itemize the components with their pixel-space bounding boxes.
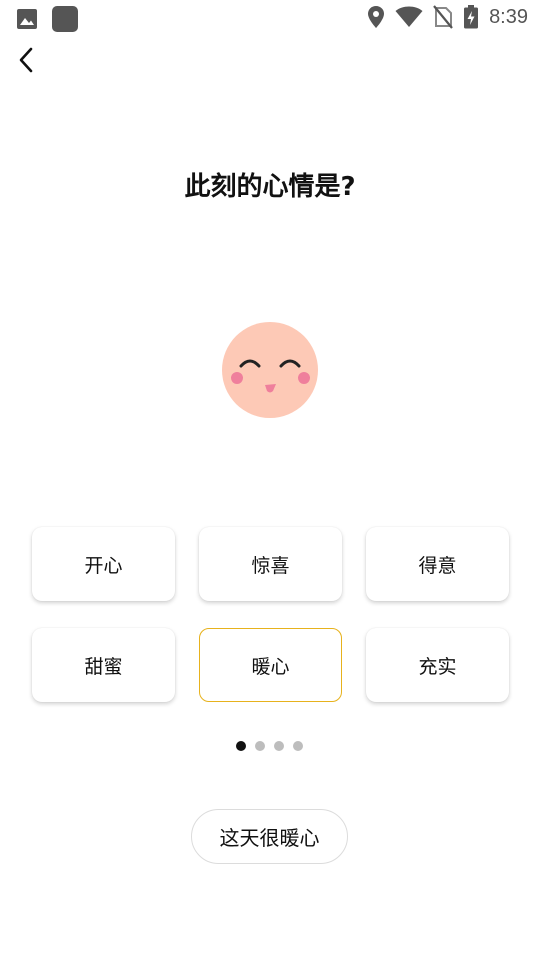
mood-option-nuanxin[interactable]: 暖心 (199, 628, 342, 702)
mood-option-label: 甜蜜 (84, 655, 123, 678)
mood-option-deyi[interactable]: 得意 (366, 527, 509, 601)
status-time: 8:39 (489, 5, 528, 28)
page-indicator (236, 741, 303, 751)
chevron-left-icon (19, 47, 33, 73)
mood-option-kaixin[interactable]: 开心 (32, 527, 175, 601)
image-icon (17, 9, 37, 29)
mood-option-tianmi[interactable]: 甜蜜 (32, 628, 175, 702)
smiling-face-icon (222, 322, 318, 418)
mood-option-label: 暖心 (251, 655, 290, 678)
app-icon (52, 6, 78, 32)
location-icon (368, 6, 385, 28)
confirm-mood-label: 这天很暖心 (219, 826, 320, 850)
page-dot-4[interactable] (293, 741, 303, 751)
page-dot-1[interactable] (236, 741, 246, 751)
status-bar-right: 8:39 (367, 5, 528, 29)
page-title: 此刻的心情是? (184, 172, 356, 202)
back-button[interactable] (10, 44, 42, 76)
battery-charging-icon (464, 5, 479, 29)
mood-option-label: 得意 (418, 554, 457, 577)
page-dot-3[interactable] (274, 741, 284, 751)
page-dot-2[interactable] (255, 741, 265, 751)
confirm-mood-button[interactable]: 这天很暖心 (191, 809, 348, 864)
mood-option-label: 充实 (418, 655, 457, 678)
no-sim-icon (433, 5, 453, 29)
mood-option-label: 开心 (84, 554, 123, 577)
mood-option-chongshi[interactable]: 充实 (366, 628, 509, 702)
mood-picker-screen: 8:39 此刻的心情是? 开心 惊喜 得意 甜蜜 暖心 充实 这天很暖心 (0, 0, 540, 960)
status-bar-left (16, 6, 78, 32)
mood-option-jingxi[interactable]: 惊喜 (199, 527, 342, 601)
status-bar: 8:39 (0, 0, 540, 36)
mood-option-label: 惊喜 (251, 554, 290, 577)
wifi-icon (395, 6, 423, 27)
